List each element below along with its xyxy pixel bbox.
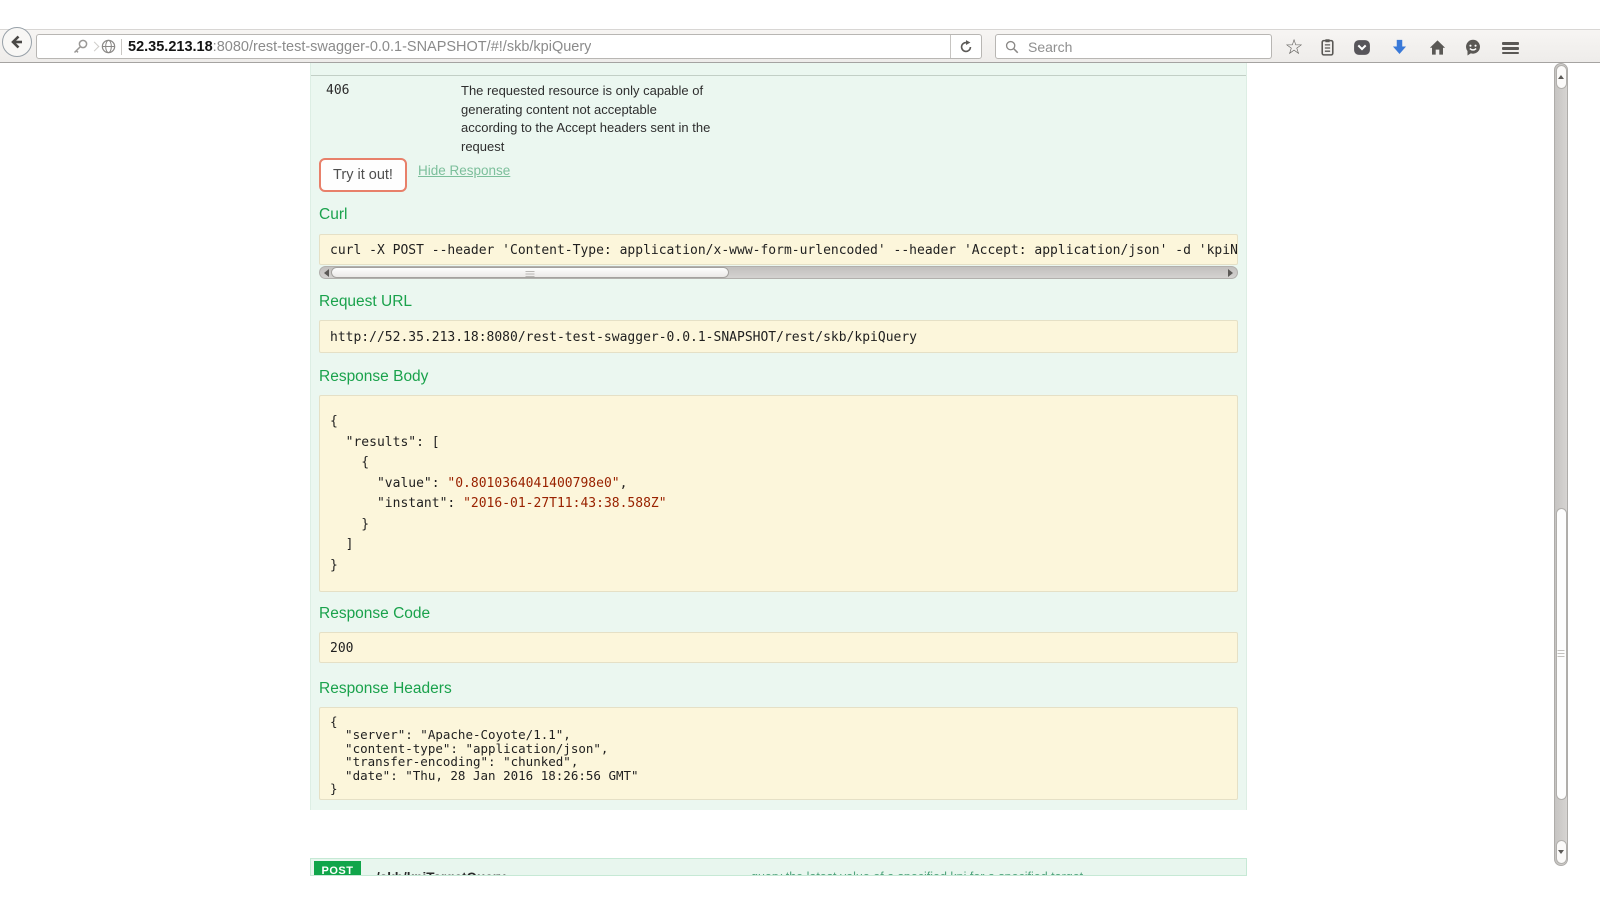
down-arrow-icon: [1558, 850, 1564, 854]
scroll-down-button[interactable]: [1556, 840, 1567, 864]
bookmarks-list-button[interactable]: [1313, 33, 1341, 61]
response-code-value: 200: [320, 633, 1237, 663]
page-vertical-scrollbar[interactable]: [1554, 63, 1568, 866]
scroll-left-arrow-icon[interactable]: [324, 269, 329, 277]
url-domain: 52.35.213.18: [128, 39, 213, 55]
hamburger-icon: [1502, 42, 1519, 44]
clipboard-icon: [1318, 38, 1337, 57]
search-input[interactable]: [1026, 38, 1271, 56]
chevron-separator: [90, 42, 100, 52]
search-box[interactable]: [995, 34, 1272, 59]
response-body-heading: Response Body: [319, 368, 428, 386]
url-path: :8080/rest-test-swagger-0.0.1-SNAPSHOT/#…: [213, 39, 592, 55]
curl-heading: Curl: [319, 206, 347, 224]
response-headers-box: { "server": "Apache-Coyote/1.1", "conten…: [319, 707, 1238, 800]
response-code-heading: Response Code: [319, 605, 430, 623]
browser-toolbar: 52.35.213.18:8080/rest-test-swagger-0.0.…: [0, 29, 1600, 63]
url-bar[interactable]: 52.35.213.18:8080/rest-test-swagger-0.0.…: [36, 34, 982, 59]
curl-command: curl -X POST --header 'Content-Type: app…: [320, 235, 1237, 265]
pocket-icon: [1352, 38, 1372, 57]
identity-key-icon[interactable]: [71, 38, 89, 56]
reload-button[interactable]: [950, 35, 981, 58]
try-it-out-button[interactable]: Try it out!: [319, 158, 407, 192]
request-url-heading: Request URL: [319, 293, 412, 311]
endpoint-row-kpi-target-query[interactable]: POST /skb/kpiTargetQuery query the lates…: [310, 858, 1247, 876]
scroll-up-button[interactable]: [1556, 65, 1567, 89]
response-headers-heading: Response Headers: [319, 680, 452, 698]
search-icon: [1004, 39, 1020, 55]
vertical-scroll-thumb[interactable]: [1556, 508, 1567, 800]
endpoint-path-link[interactable]: /skb/kpiTargetQuery: [376, 870, 506, 876]
url-separator: [121, 39, 122, 55]
response-code-box: 200: [319, 632, 1238, 663]
downloads-button[interactable]: [1385, 33, 1413, 61]
chat-smiley-icon: [1463, 38, 1483, 57]
table-row-divider: [311, 75, 1246, 76]
star-icon: ☆: [1285, 37, 1304, 58]
back-button[interactable]: [2, 27, 32, 57]
url-text[interactable]: 52.35.213.18:8080/rest-test-swagger-0.0.…: [128, 39, 591, 55]
hello-chat-button[interactable]: [1459, 33, 1487, 61]
endpoint-summary: query the latest value of a specified kp…: [751, 870, 1230, 876]
home-button[interactable]: [1423, 33, 1451, 61]
request-url-value: http://52.35.213.18:8080/rest-test-swagg…: [320, 321, 1237, 353]
bookmark-star-button[interactable]: ☆: [1280, 33, 1308, 61]
swagger-response-panel: 406 The requested resource is only capab…: [310, 63, 1247, 810]
horizontal-scroll-thumb[interactable]: [331, 267, 729, 278]
menu-button[interactable]: [1502, 33, 1530, 61]
http-status-code: 406: [326, 83, 349, 98]
request-url-box: http://52.35.213.18:8080/rest-test-swagg…: [319, 320, 1238, 353]
download-arrow-icon: [1390, 38, 1409, 57]
pocket-button[interactable]: [1348, 33, 1376, 61]
up-arrow-icon: [1558, 75, 1564, 79]
hide-response-link[interactable]: Hide Response: [418, 163, 510, 178]
scroll-right-arrow-icon[interactable]: [1228, 269, 1233, 277]
post-method-badge: POST: [314, 861, 361, 876]
http-status-message: The requested resource is only capable o…: [461, 82, 715, 156]
home-icon: [1428, 38, 1447, 57]
globe-site-icon[interactable]: [100, 38, 117, 55]
curl-horizontal-scrollbar[interactable]: [319, 266, 1238, 279]
curl-command-box: curl -X POST --header 'Content-Type: app…: [319, 234, 1238, 265]
response-body-box: { "results": [ { "value": "0.80103640414…: [319, 395, 1238, 592]
